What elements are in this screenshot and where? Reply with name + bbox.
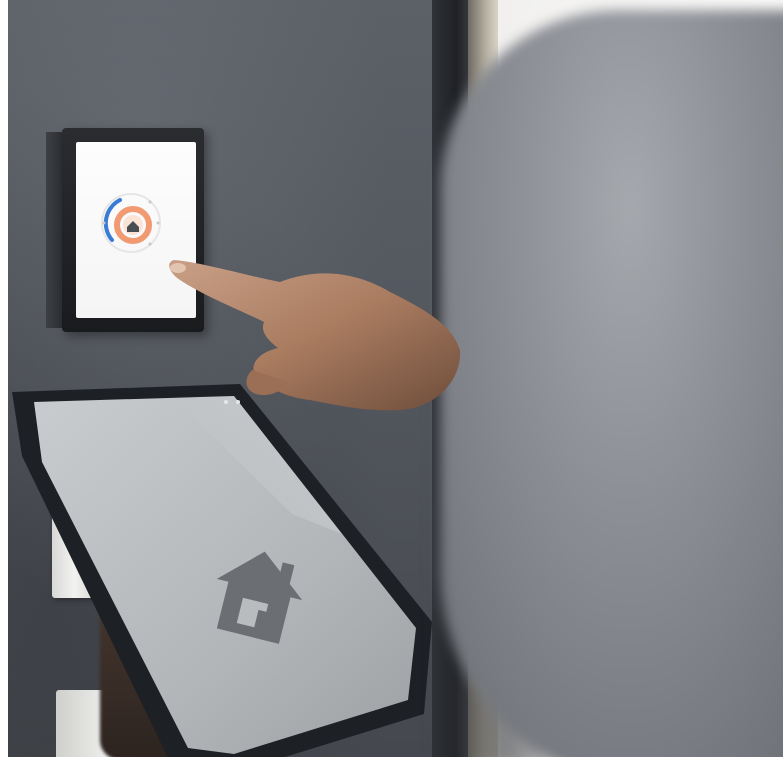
image-border (0, 0, 8, 757)
pointing-hand (169, 260, 461, 411)
photo-scene (0, 0, 783, 757)
thermostat-dial-icon (101, 193, 161, 253)
blurred-person (440, 10, 783, 757)
